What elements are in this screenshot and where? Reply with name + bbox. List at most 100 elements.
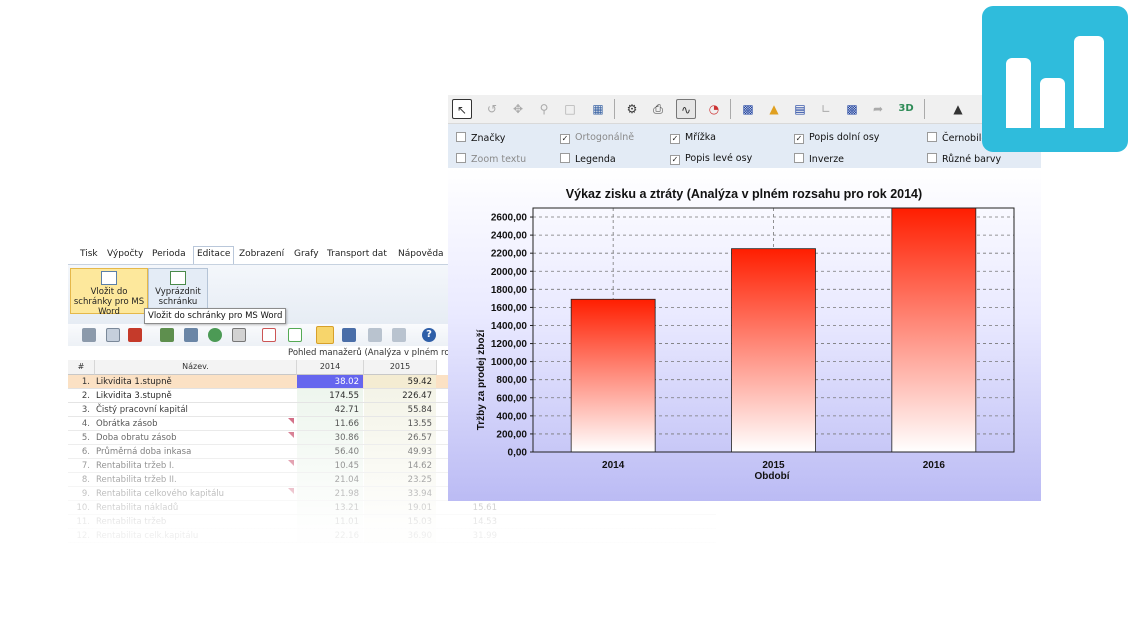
checkbox-ortogonalne[interactable]: ✓	[560, 134, 570, 144]
menu-perioda[interactable]: Perioda	[152, 249, 186, 259]
separator	[614, 99, 615, 119]
checkbox-zoom-textu[interactable]	[456, 153, 466, 163]
chart-3d-icon[interactable]: 3D	[896, 99, 916, 119]
y-tick-label: 2000,00	[491, 267, 528, 278]
menu-napoveda[interactable]: Nápověda	[398, 249, 444, 259]
area-chart-icon[interactable]: ▲	[764, 99, 784, 119]
save-3d-icon[interactable]: ▦	[588, 99, 608, 119]
axis-icon[interactable]: ∟	[816, 99, 836, 119]
option-mrizka[interactable]: ✓ Mřížka	[670, 132, 716, 144]
word-icon[interactable]	[262, 328, 276, 342]
table-row[interactable]: 12. Rentabilita celk.kapitálu 22.16 36.90 31…	[68, 529, 716, 543]
line-chart-icon[interactable]: ∿	[676, 99, 696, 119]
value-2014: 174.55	[297, 389, 363, 403]
header-2014: 2014	[297, 360, 364, 375]
pie-chart-icon[interactable]: ◔	[704, 99, 724, 119]
checkbox-popis-dolni[interactable]: ✓	[794, 134, 804, 144]
value-2014: 10.45	[297, 459, 363, 473]
value-2014: 22.16	[297, 529, 363, 543]
pointer-icon[interactable]: ↖	[452, 99, 472, 119]
help-doc-icon[interactable]	[232, 328, 246, 342]
option-popis-leve[interactable]: ✓ Popis levé osy	[670, 153, 752, 165]
export-pdf-icon[interactable]	[128, 328, 142, 342]
column-chart-icon[interactable]: ▩	[842, 99, 862, 119]
rotate-icon[interactable]: ↺	[482, 99, 502, 119]
grid-icon-1[interactable]	[368, 328, 382, 342]
menu-editace[interactable]: Editace	[193, 246, 235, 265]
row-index: 11.	[76, 517, 90, 527]
option-label: Inverze	[809, 154, 845, 165]
row-name: Rentabilita tržeb	[96, 517, 167, 527]
option-zoom-textu[interactable]: Zoom textu	[456, 153, 526, 165]
y-tick-label: 200,00	[496, 429, 527, 440]
table-row[interactable]: 10. Rentabilita nákladů 13.21 19.01 15.61	[68, 501, 716, 515]
preview-icon[interactable]	[106, 328, 120, 342]
grid-icon-2[interactable]	[392, 328, 406, 342]
value-2015: 15.03	[364, 515, 436, 529]
copy-to-word-button[interactable]: Vložit do schránky pro MS Word	[70, 268, 148, 317]
chart-toolbar: ↖ ↺ ✥ ⚲ □ ▦ ⚙ ⎙ ∿ ◔ ▩ ▲ ▤ ∟ ▩ ➦ 3D ▲	[448, 95, 1041, 124]
word-green-icon[interactable]	[288, 328, 302, 342]
value-2015: 26.57	[364, 431, 436, 445]
row-name: Průměrná doba inkasa	[96, 447, 192, 457]
y-tick-label: 1000,00	[491, 357, 528, 368]
y-tick-label: 600,00	[496, 393, 527, 404]
option-inverze[interactable]: Inverze	[794, 153, 844, 165]
option-label: Černobile	[942, 133, 988, 144]
stacked-chart-icon[interactable]: ▤	[790, 99, 810, 119]
value-2014: 13.21	[297, 501, 363, 515]
share-icon[interactable]	[208, 328, 222, 342]
checkbox-popis-leve[interactable]: ✓	[670, 155, 680, 165]
value-2014: 21.98	[297, 487, 363, 501]
tooltip: Vložit do schránky pro MS Word	[144, 308, 287, 324]
checkbox-ruzne-barvy[interactable]	[927, 153, 937, 163]
option-legenda[interactable]: Legenda	[560, 153, 616, 165]
value-2014: 21.04	[297, 473, 363, 487]
option-label: Zoom textu	[471, 154, 527, 165]
clear-clipboard-icon	[170, 271, 186, 285]
menu-grafy[interactable]: Grafy	[294, 249, 319, 259]
stamp-icon[interactable]: ▲	[948, 99, 968, 119]
align-icon[interactable]	[342, 328, 356, 342]
move-icon[interactable]: ✥	[508, 99, 528, 119]
print-icon[interactable]	[82, 328, 96, 342]
table-row[interactable]: 11. Rentabilita tržeb 11.01 15.03 14.53	[68, 515, 716, 529]
help-icon[interactable]: ?	[422, 328, 436, 342]
value-2016: 15.61	[472, 503, 497, 513]
menu-zobrazeni[interactable]: Zobrazení	[239, 249, 284, 259]
tool-icon-1[interactable]	[160, 328, 174, 342]
tool-icon-2[interactable]	[184, 328, 198, 342]
value-2015: 23.25	[364, 473, 436, 487]
row-index: 12.	[76, 531, 90, 541]
menu-tisk[interactable]: Tisk	[80, 249, 98, 259]
menu-transport-dat[interactable]: Transport dat	[327, 249, 387, 259]
option-label: Popis dolní osy	[809, 132, 880, 143]
menu-vypocty[interactable]: Výpočty	[107, 249, 143, 259]
checkbox-cernobile[interactable]	[927, 132, 937, 142]
checkbox-znacky[interactable]	[456, 132, 466, 142]
checkbox-mrizka[interactable]: ✓	[670, 134, 680, 144]
x-tick-label: 2016	[923, 460, 946, 471]
row-index: 4.	[81, 419, 90, 429]
checkbox-inverze[interactable]	[794, 153, 804, 163]
x-axis-label: Období	[755, 471, 791, 482]
print-chart-icon[interactable]: ⎙	[648, 99, 668, 119]
clear-clipboard-label: Vyprázdnit schránku	[155, 287, 201, 307]
value-2015: 19.01	[364, 501, 436, 515]
option-ruzne-barvy[interactable]: Různé barvy	[927, 153, 1001, 165]
zoom-rect-icon[interactable]: □	[560, 99, 580, 119]
option-cernobile[interactable]: Černobile	[927, 132, 987, 144]
y-tick-label: 2200,00	[491, 249, 528, 260]
zoom-icon[interactable]: ⚲	[534, 99, 554, 119]
option-popis-dolni[interactable]: ✓ Popis dolní osy	[794, 132, 879, 144]
row-index: 2.	[81, 391, 90, 401]
bar-chart: Výkaz zisku a ztráty (Analýza v plném ro…	[476, 187, 1015, 482]
row-name: Likvidita 3.stupně	[96, 391, 172, 401]
settings-icon[interactable]: ⚙	[622, 99, 642, 119]
option-ortogonalne[interactable]: ✓ Ortogonálně	[560, 132, 634, 144]
insert-active-icon[interactable]	[316, 326, 334, 344]
checkbox-legenda[interactable]	[560, 153, 570, 163]
bar-chart-type-icon[interactable]: ▩	[738, 99, 758, 119]
option-znacky[interactable]: Značky	[456, 132, 505, 144]
arrow-chart-icon[interactable]: ➦	[868, 99, 888, 119]
